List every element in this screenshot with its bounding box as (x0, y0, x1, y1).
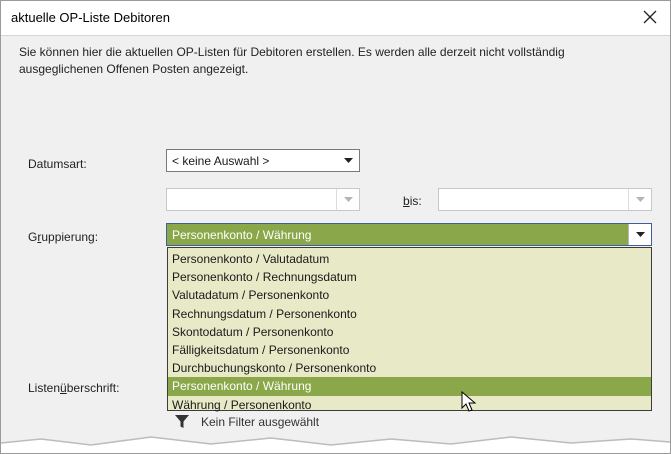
dropdown-option[interactable]: Durchbuchungskonto / Personenkonto (168, 359, 651, 377)
listenueberschrift-label-pre: Listen (28, 381, 61, 395)
bis-label-rest: is: (409, 194, 422, 208)
gruppierung-dropdown-list: Personenkonto / Valutadatum Personenkont… (167, 247, 652, 414)
dropdown-option[interactable]: Fälligkeitsdatum / Personenkonto (168, 341, 651, 359)
bis-label-accel: b (403, 194, 410, 208)
datumsart-dropdown-button[interactable] (337, 150, 359, 171)
dropdown-option[interactable]: Personenkonto / Währung (168, 377, 651, 396)
dialog-title: aktuelle OP-Liste Debitoren (11, 10, 170, 25)
title-bar: aktuelle OP-Liste Debitoren (1, 1, 670, 35)
listenueberschrift-label-accel: ü (60, 381, 67, 395)
datumsart-label: Datumsart: (28, 157, 87, 171)
bis-label: bis: (403, 194, 422, 208)
chevron-down-icon (635, 197, 645, 202)
datum-von-select[interactable] (166, 188, 360, 211)
gruppierung-label-pre: G (28, 230, 38, 244)
filter-status: Kein Filter ausgewählt (175, 415, 319, 429)
chevron-down-icon (343, 158, 353, 163)
close-button[interactable] (638, 5, 662, 29)
listenueberschrift-label-post: berschrift: (66, 381, 120, 395)
dropdown-option[interactable]: Personenkonto / Valutadatum (168, 250, 651, 268)
gruppierung-label: Gruppierung: (28, 230, 98, 244)
dropdown-option[interactable]: Skontodatum / Personenkonto (168, 323, 651, 341)
datum-bis-select[interactable] (438, 188, 652, 211)
op-liste-dialog: aktuelle OP-Liste Debitoren Sie können h… (0, 0, 671, 454)
datumsart-select[interactable]: < keine Auswahl > (166, 149, 360, 172)
gruppierung-value: Personenkonto / Währung (172, 228, 312, 242)
datum-von-dropdown-button[interactable] (336, 189, 359, 210)
dropdown-option[interactable]: Rechnungsdatum / Personenkonto (168, 305, 651, 323)
funnel-icon (175, 415, 189, 428)
dropdown-option[interactable]: Währung / Personenkonto (168, 396, 651, 414)
datum-bis-dropdown-button[interactable] (628, 189, 651, 210)
gruppierung-label-post: uppierung: (41, 230, 99, 244)
torn-edge (1, 436, 670, 453)
gruppierung-select[interactable]: Personenkonto / Währung (166, 223, 652, 246)
dropdown-option[interactable]: Personenkonto / Rechnungsdatum (168, 268, 651, 286)
close-icon (643, 10, 657, 24)
chevron-down-icon (635, 232, 645, 237)
listenueberschrift-label: Listenüberschrift: (28, 381, 119, 395)
intro-text: Sie können hier die aktuellen OP-Listen … (19, 45, 565, 76)
datumsart-value: < keine Auswahl > (172, 154, 270, 168)
chevron-down-icon (343, 197, 353, 202)
gruppierung-dropdown-button[interactable] (628, 224, 651, 245)
dropdown-option[interactable]: Valutadatum / Personenkonto (168, 286, 651, 304)
mouse-pointer-icon (461, 391, 477, 412)
filter-label: Kein Filter ausgewählt (201, 415, 320, 429)
